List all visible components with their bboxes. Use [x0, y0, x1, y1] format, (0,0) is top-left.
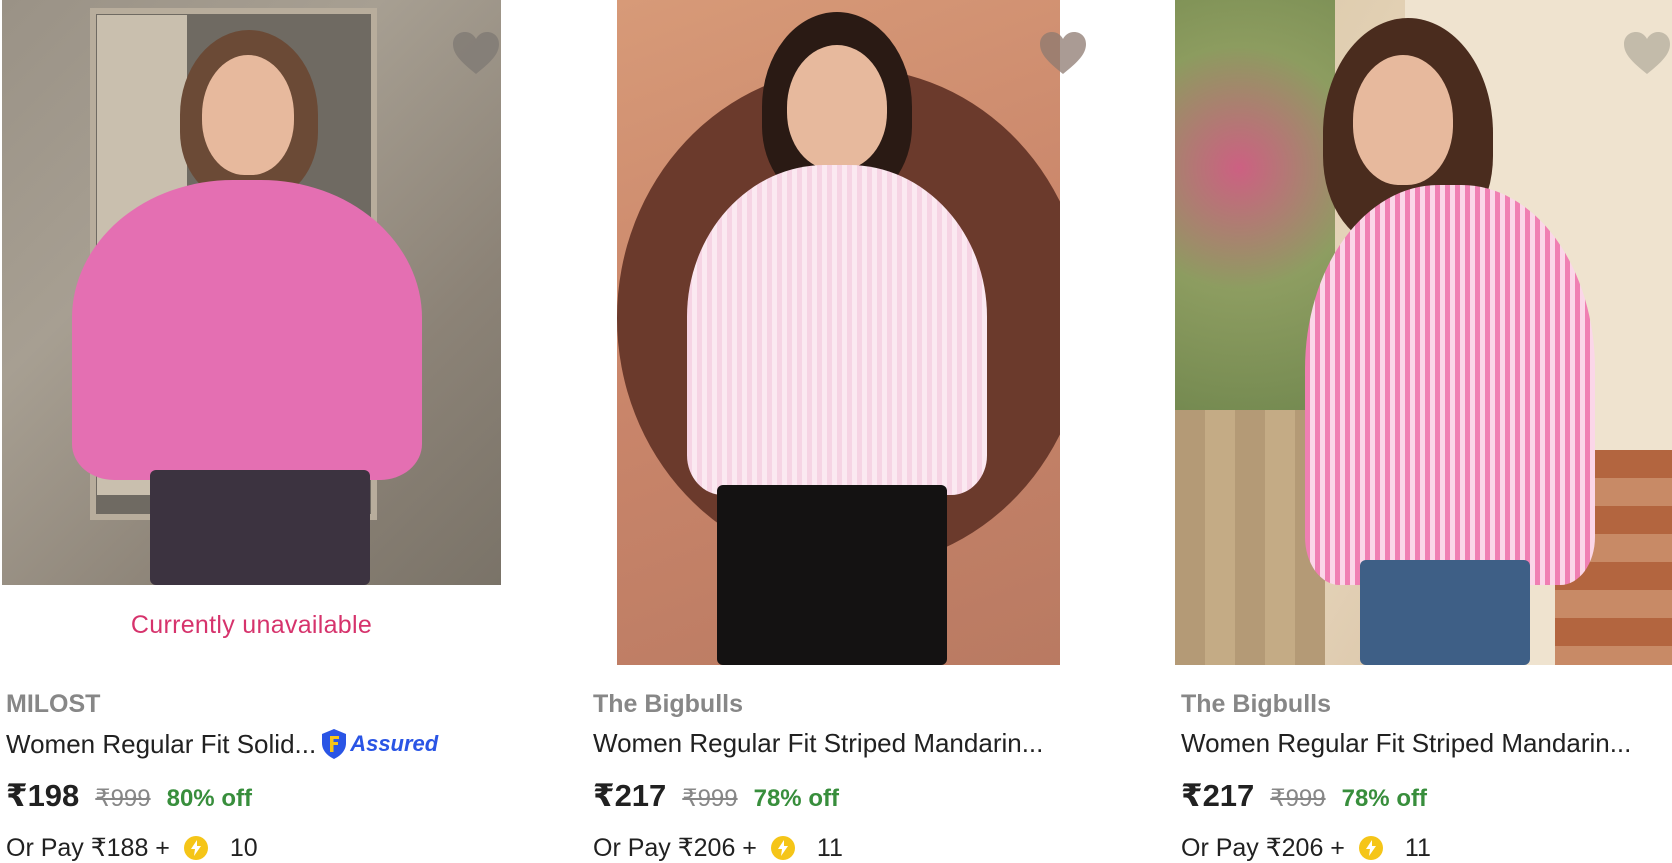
price-row: ₹217 ₹999 78% off [1181, 778, 1427, 814]
supercoin-pay-text: Or Pay ₹206 + [1181, 834, 1345, 862]
price-row: ₹198 ₹999 80% off [6, 778, 252, 814]
product-card[interactable]: The Bigbulls Women Regular Fit Striped M… [587, 0, 1147, 862]
model-head [1353, 55, 1453, 185]
model-top [687, 165, 987, 495]
supercoin-icon [183, 836, 208, 860]
supercoin-count: 10 [229, 833, 258, 862]
product-title-text[interactable]: Women Regular Fit Striped Mandarin... [1181, 728, 1631, 759]
heart-icon[interactable] [1038, 30, 1088, 76]
discount-percent: 78% off [1341, 785, 1427, 812]
supercoin-offer: Or Pay ₹206 + 11 [1181, 833, 1431, 863]
discount-percent: 78% off [753, 785, 839, 812]
product-card[interactable]: The Bigbulls Women Regular Fit Striped M… [1175, 0, 1672, 862]
price-row: ₹217 ₹999 78% off [593, 778, 839, 814]
flipkart-assured-badge-icon [322, 729, 347, 759]
model-pants [717, 485, 947, 665]
supercoin-offer: Or Pay ₹206 + 11 [593, 833, 843, 863]
assured-label: Assured [350, 731, 439, 756]
product-card[interactable]: Currently unavailable MILOST Women Regul… [0, 0, 560, 862]
selling-price: ₹217 [1181, 778, 1255, 813]
supercoin-icon [1358, 836, 1383, 860]
model-top [1305, 185, 1595, 585]
product-photo [2, 0, 501, 585]
heart-icon[interactable] [1622, 30, 1672, 76]
product-title[interactable]: Women Regular Fit Striped Mandarin... [1181, 728, 1631, 759]
original-price: ₹999 [1270, 785, 1326, 812]
availability-status: Currently unavailable [130, 610, 373, 639]
heart-icon[interactable] [451, 30, 501, 76]
product-title-text[interactable]: Women Regular Fit Striped Mandarin... [593, 728, 1043, 759]
selling-price: ₹198 [6, 778, 80, 813]
supercoin-offer: Or Pay ₹188 + 10 [6, 833, 258, 863]
product-photo [1175, 0, 1672, 665]
assured-badge: Assured [320, 728, 438, 760]
product-image[interactable] [1175, 0, 1672, 665]
supercoin-pay-text: Or Pay ₹188 + [6, 834, 170, 862]
product-brand: MILOST [6, 690, 101, 718]
model-top [72, 180, 422, 480]
supercoin-count: 11 [816, 833, 843, 862]
supercoin-pay-text: Or Pay ₹206 + [593, 834, 757, 862]
product-brand: The Bigbulls [593, 690, 743, 718]
scene-stone-wall [1175, 410, 1325, 665]
product-title[interactable]: Women Regular Fit Solid... Assured [6, 728, 438, 760]
supercoin-icon [770, 836, 795, 860]
product-photo [617, 0, 1060, 665]
original-price: ₹999 [95, 785, 151, 812]
model-jeans [1360, 560, 1530, 665]
selling-price: ₹217 [593, 778, 667, 813]
product-title[interactable]: Women Regular Fit Striped Mandarin... [593, 728, 1043, 759]
model-head [787, 45, 887, 170]
product-image[interactable] [617, 0, 1060, 665]
product-image[interactable] [2, 0, 501, 585]
discount-percent: 80% off [166, 785, 252, 812]
original-price: ₹999 [682, 785, 738, 812]
product-title-text[interactable]: Women Regular Fit Solid... [6, 729, 316, 760]
product-brand: The Bigbulls [1181, 690, 1331, 718]
model-head [202, 55, 294, 175]
supercoin-count: 11 [1404, 833, 1431, 862]
model-skirt [150, 470, 370, 585]
